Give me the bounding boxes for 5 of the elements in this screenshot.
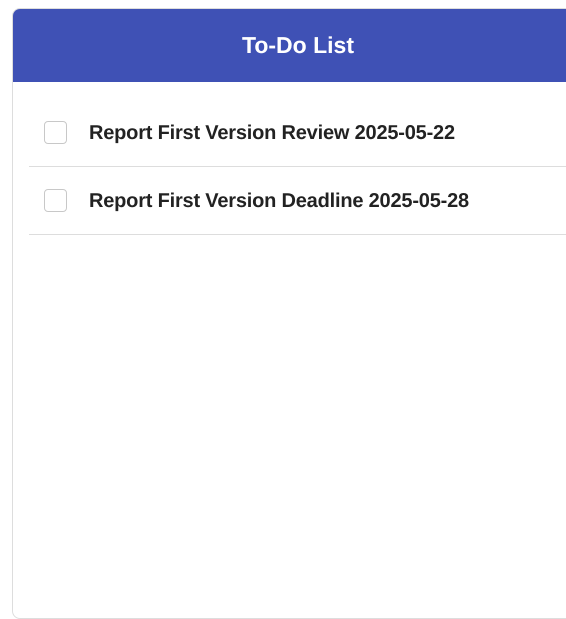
task-checkbox[interactable] [44, 121, 67, 144]
task-checkbox[interactable] [44, 189, 67, 212]
task-label: Report First Version Deadline 2025-05-28 [89, 188, 469, 214]
task-label: Report First Version Review 2025-05-22 [89, 120, 455, 146]
card-title: To-Do List [242, 31, 354, 60]
